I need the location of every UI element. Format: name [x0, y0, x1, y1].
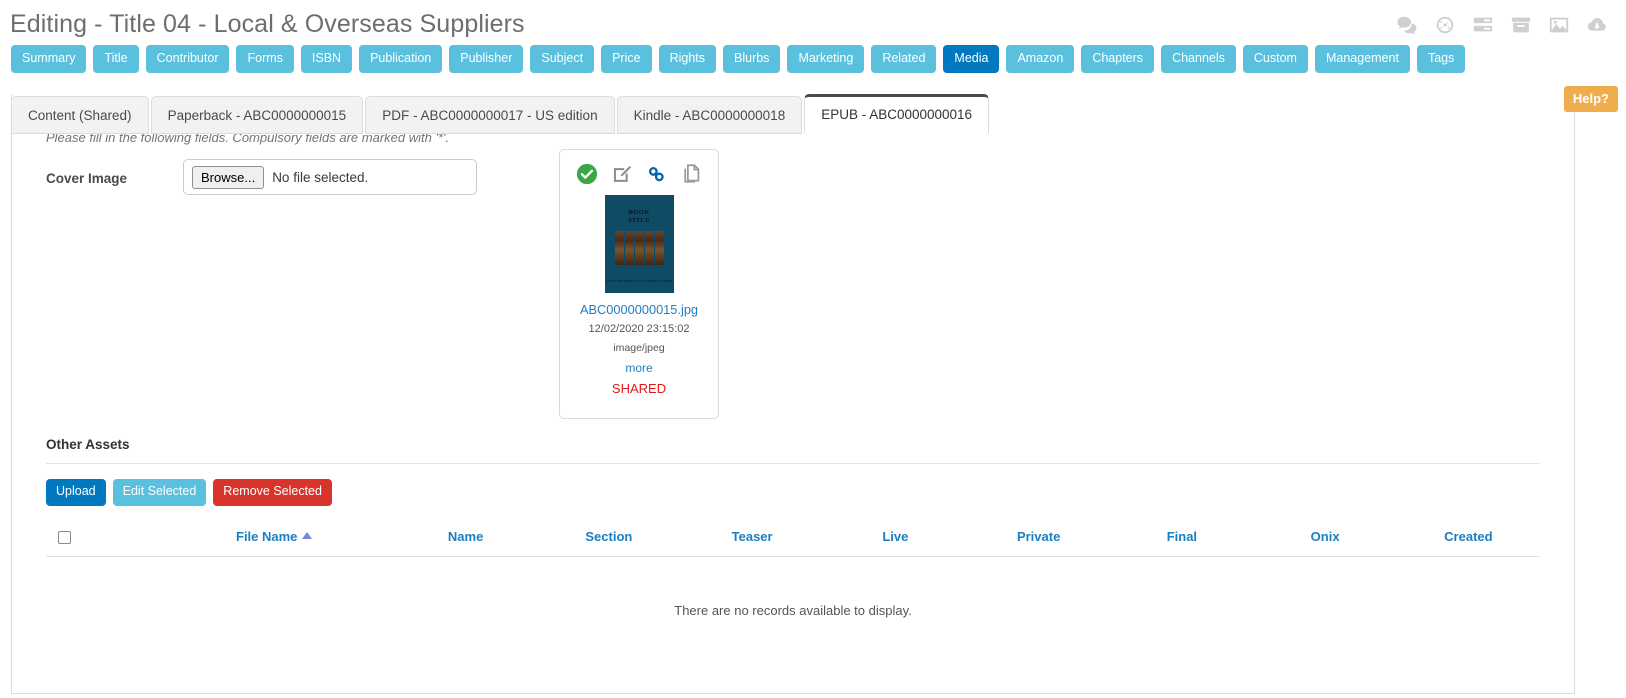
sub-tab-bar: Content (Shared) Paperback - ABC00000000… [11, 94, 991, 134]
edit-selected-button[interactable]: Edit Selected [112, 479, 207, 506]
cover-image-row: Cover Image Browse... No file selected. [46, 149, 1540, 435]
media-panel-body: Please fill in the following fields. Com… [12, 94, 1574, 693]
nav-tab-chapters[interactable]: Chapters [1081, 45, 1155, 73]
link-chain-icon[interactable] [646, 163, 668, 185]
approved-check-icon[interactable] [576, 163, 598, 185]
other-assets-table: File Name Name Section Teaser Live Priva… [46, 524, 1540, 619]
nav-tab-isbn[interactable]: ISBN [300, 45, 353, 73]
duplicate-copy-icon[interactable] [681, 163, 703, 185]
column-live[interactable]: Live [823, 524, 967, 557]
nav-tab-publication[interactable]: Publication [359, 45, 443, 73]
thumbnail-subtitle: WITH THE AUTHOR AND SUBTITLE HERE [606, 279, 672, 284]
thumbnail-title: BOOK TITLE [628, 209, 650, 224]
column-name[interactable]: Name [394, 524, 538, 557]
edit-pencil-icon[interactable] [611, 163, 633, 185]
column-file-name-label: File Name [236, 528, 298, 544]
nav-tab-blurbs[interactable]: Blurbs [723, 45, 781, 73]
table-header-row: File Name Name Section Teaser Live Priva… [46, 524, 1540, 557]
column-file-name[interactable]: File Name [94, 524, 394, 557]
nav-tab-publisher[interactable]: Publisher [449, 45, 524, 73]
nav-tab-channels[interactable]: Channels [1161, 45, 1236, 73]
nav-tab-rights[interactable]: Rights [658, 45, 716, 73]
header-icon-bar [1396, 14, 1608, 36]
nav-tab-amazon[interactable]: Amazon [1006, 45, 1075, 73]
sort-ascending-icon [302, 531, 313, 539]
nav-tab-tags[interactable]: Tags [1416, 45, 1466, 73]
column-teaser[interactable]: Teaser [680, 524, 824, 557]
nav-tab-forms[interactable]: Forms [236, 45, 294, 73]
cover-image-file-input[interactable]: Browse... No file selected. [183, 159, 477, 195]
table-empty-row: There are no records available to displa… [46, 556, 1540, 619]
table-body: There are no records available to displa… [46, 556, 1540, 619]
remove-selected-button[interactable]: Remove Selected [213, 479, 332, 506]
section-divider [46, 463, 1540, 464]
asset-more-link[interactable]: more [560, 361, 718, 375]
column-private[interactable]: Private [967, 524, 1111, 557]
nav-tab-marketing[interactable]: Marketing [787, 45, 865, 73]
column-section[interactable]: Section [537, 524, 681, 557]
nav-tab-summary[interactable]: Summary [11, 45, 87, 73]
asset-timestamp: 12/02/2020 23:15:02 [588, 323, 690, 335]
asset-mime-type: image/jpeg [613, 342, 665, 354]
column-select-all [46, 524, 94, 557]
list-icon[interactable] [1472, 14, 1494, 36]
nav-tab-related[interactable]: Related [871, 45, 937, 73]
nav-tab-subject[interactable]: Subject [530, 45, 595, 73]
thumbnail-book-spines [614, 231, 664, 265]
table-header: File Name Name Section Teaser Live Priva… [46, 524, 1540, 557]
cover-thumbnail[interactable]: BOOK TITLE WITH THE AUTHOR AND SUBTITLE … [604, 195, 674, 293]
upload-button[interactable]: Upload [46, 479, 106, 506]
asset-filename-link[interactable]: ABC0000000015.jpg [560, 302, 718, 317]
asset-card-icon-row [560, 150, 718, 191]
archive-box-icon[interactable] [1510, 14, 1532, 36]
nav-tab-custom[interactable]: Custom [1242, 45, 1308, 73]
sub-tab-epub[interactable]: EPUB - ABC0000000016 [804, 94, 990, 134]
empty-state-message: There are no records available to displa… [674, 602, 912, 618]
sub-tab-paperback[interactable]: Paperback - ABC0000000015 [150, 96, 364, 134]
nav-tab-management[interactable]: Management [1314, 45, 1410, 73]
selected-file-text: No file selected. [272, 169, 369, 185]
nav-tab-price[interactable]: Price [601, 45, 652, 73]
dashboard-gauge-icon[interactable] [1434, 14, 1456, 36]
sub-tab-pdf-us-edition[interactable]: PDF - ABC0000000017 - US edition [365, 96, 615, 134]
nav-tab-title[interactable]: Title [93, 45, 139, 73]
other-assets-toolbar: Upload Edit Selected Remove Selected [46, 479, 1540, 506]
nav-tab-contributor[interactable]: Contributor [145, 45, 230, 73]
image-icon[interactable] [1548, 14, 1570, 36]
help-button[interactable]: Help? [1563, 86, 1618, 112]
select-all-checkbox[interactable] [58, 530, 71, 544]
media-panel: Please fill in the following fields. Com… [11, 94, 1575, 694]
column-final[interactable]: Final [1110, 524, 1254, 557]
browse-button[interactable]: Browse... [192, 165, 265, 189]
cover-asset-card: BOOK TITLE WITH THE AUTHOR AND SUBTITLE … [559, 149, 719, 419]
comments-icon[interactable] [1396, 14, 1418, 36]
page-root: Editing - Title 04 - Local & Overseas Su… [0, 0, 1626, 698]
main-navigation: Summary Title Contributor Forms ISBN Pub… [11, 45, 1466, 73]
other-assets-title: Other Assets [46, 437, 130, 452]
column-onix[interactable]: Onix [1253, 524, 1397, 557]
sub-tab-content-shared[interactable]: Content (Shared) [11, 96, 149, 134]
sub-tab-kindle[interactable]: Kindle - ABC0000000018 [616, 96, 803, 134]
nav-tab-media[interactable]: Media [943, 45, 1000, 73]
column-created[interactable]: Created [1396, 524, 1540, 557]
page-title: Editing - Title 04 - Local & Overseas Su… [10, 10, 525, 38]
asset-shared-badge: SHARED [611, 381, 667, 396]
cover-image-label: Cover Image [46, 171, 128, 186]
cloud-download-icon[interactable] [1586, 14, 1608, 36]
